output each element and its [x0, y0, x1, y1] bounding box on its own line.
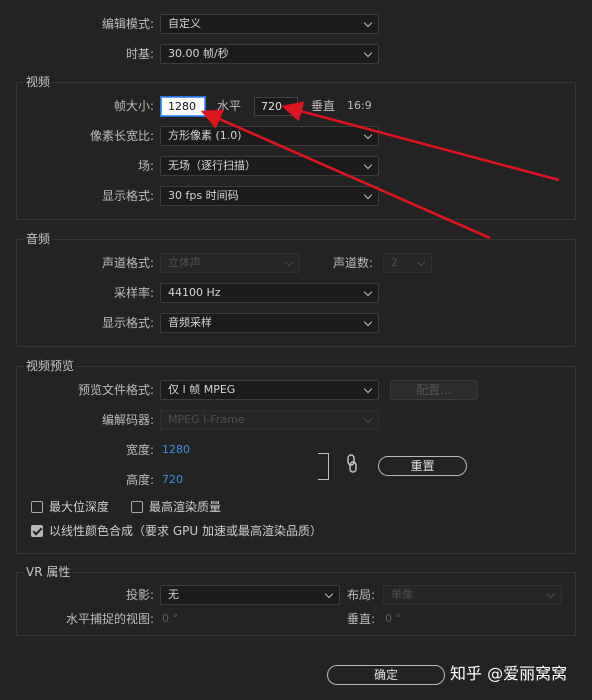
channel-format-select[interactable]: 立体声 — [160, 253, 300, 273]
horizontal-view-value: 0 ° — [162, 612, 178, 625]
codec-value: MPEG I-Frame — [168, 413, 245, 426]
sample-rate-select[interactable]: 44100 Hz — [160, 283, 379, 303]
vr-vertical-value: 0 ° — [385, 612, 401, 625]
codec-select[interactable]: MPEG I-Frame — [160, 410, 379, 430]
timebase-select[interactable]: 30.00 帧/秒 — [160, 44, 379, 64]
chevron-down-icon — [546, 586, 556, 604]
frame-size-label: 帧大小: — [113, 99, 154, 113]
configure-button[interactable]: 配置... — [390, 380, 478, 400]
watermark-text: 知乎 @爱丽窝窝 — [450, 664, 568, 683]
vr-group-title: VR 属性 — [24, 564, 73, 580]
chevron-down-icon — [416, 254, 426, 272]
video-group-title: 视频 — [24, 74, 53, 90]
fields-value: 无场（逐行扫描） — [168, 159, 256, 172]
sample-rate-label: 采样率: — [113, 286, 154, 300]
sample-rate-value: 44100 Hz — [168, 286, 221, 299]
preview-file-format-select[interactable]: 仅 I 帧 MPEG — [160, 380, 379, 400]
editing-mode-label: 编辑模式: — [101, 17, 154, 31]
chevron-down-icon — [363, 15, 373, 33]
preview-file-format-label: 预览文件格式: — [77, 383, 154, 397]
max-bit-depth-checkbox[interactable] — [31, 501, 43, 513]
audio-display-format-label: 显示格式: — [101, 316, 154, 330]
chevron-down-icon — [363, 284, 373, 302]
channel-count-value: 2 — [391, 256, 398, 269]
timebase-value: 30.00 帧/秒 — [168, 47, 229, 60]
channel-format-value: 立体声 — [168, 256, 201, 269]
linear-color-label: 以线性颜色合成（要求 GPU 加速或最高渲染品质） — [49, 524, 322, 538]
editing-mode-value: 自定义 — [168, 17, 201, 30]
frame-width-input[interactable]: 1280 — [161, 97, 205, 116]
pixel-aspect-label: 像素长宽比: — [89, 129, 154, 143]
chevron-down-icon — [324, 586, 334, 604]
max-render-quality-checkbox[interactable] — [131, 501, 143, 513]
channel-count-select[interactable]: 2 — [383, 253, 432, 273]
chevron-down-icon — [363, 187, 373, 205]
timebase-label: 时基: — [125, 47, 154, 61]
frame-height-input[interactable]: 720 — [254, 97, 298, 116]
chevron-down-icon — [363, 45, 373, 63]
preview-width-value[interactable]: 1280 — [162, 440, 190, 460]
linear-color-checkbox[interactable] — [31, 525, 43, 537]
projection-select[interactable]: 无 — [160, 585, 340, 605]
frame-height-value: 720 — [261, 100, 282, 113]
preview-group-title: 视频预览 — [24, 358, 77, 374]
layout-select[interactable]: 单像 — [383, 585, 562, 605]
video-display-format-label: 显示格式: — [101, 189, 154, 203]
codec-label: 编解码器: — [101, 413, 154, 427]
projection-label: 投影: — [125, 588, 154, 602]
channel-count-label: 声道数: — [333, 256, 374, 270]
audio-display-format-value: 音频采样 — [168, 316, 212, 329]
preview-height-label: 高度: — [125, 473, 154, 487]
reset-button[interactable]: 重置 — [378, 456, 467, 476]
vertical-label: 垂直 — [311, 99, 336, 113]
chevron-down-icon — [363, 411, 373, 429]
chevron-down-icon — [363, 381, 373, 399]
pixel-aspect-select[interactable]: 方形像素 (1.0) — [160, 126, 379, 146]
projection-value: 无 — [168, 588, 179, 601]
editing-mode-select[interactable]: 自定义 — [160, 14, 379, 34]
preview-width-label: 宽度: — [125, 443, 154, 457]
video-display-format-select[interactable]: 30 fps 时间码 — [160, 186, 379, 206]
layout-value: 单像 — [391, 588, 413, 601]
preview-height-value[interactable]: 720 — [162, 470, 183, 490]
link-bracket — [318, 453, 329, 480]
pixel-aspect-value: 方形像素 (1.0) — [168, 129, 242, 142]
vr-vertical-label: 垂直: — [347, 612, 376, 626]
horizontal-view-label: 水平捕捉的视图: — [65, 612, 154, 626]
chevron-down-icon — [284, 254, 294, 272]
max-render-quality-label: 最高渲染质量 — [149, 500, 222, 514]
max-bit-depth-label: 最大位深度 — [49, 500, 110, 514]
aspect-ratio-text: 16:9 — [347, 99, 372, 112]
chain-link-icon[interactable] — [343, 453, 361, 475]
chevron-down-icon — [363, 314, 373, 332]
ok-button[interactable]: 确定 — [327, 665, 445, 685]
frame-width-value: 1280 — [168, 100, 196, 113]
audio-display-format-select[interactable]: 音频采样 — [160, 313, 379, 333]
chevron-down-icon — [363, 127, 373, 145]
horizontal-label: 水平 — [217, 99, 242, 113]
preview-file-format-value: 仅 I 帧 MPEG — [168, 383, 236, 396]
fields-label: 场: — [137, 159, 154, 173]
chevron-down-icon — [363, 157, 373, 175]
video-display-format-value: 30 fps 时间码 — [168, 189, 239, 202]
fields-select[interactable]: 无场（逐行扫描） — [160, 156, 379, 176]
channel-format-label: 声道格式: — [101, 256, 154, 270]
layout-label: 布局: — [347, 588, 376, 602]
audio-group-title: 音频 — [24, 231, 53, 247]
